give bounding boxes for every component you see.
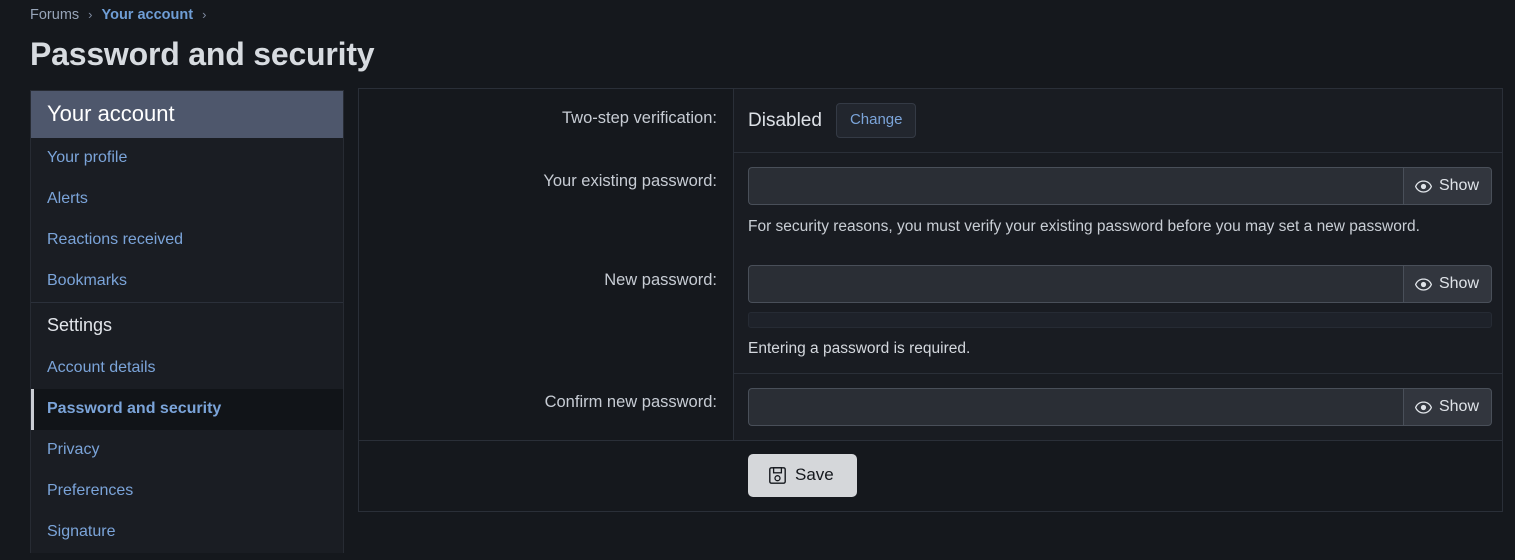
save-button-label: Save [795,465,834,484]
sidebar-item-preferences[interactable]: Preferences [31,471,343,512]
password-security-form: Two-step verification: Disabled Change Y… [358,88,1503,512]
confirm-password-label: Confirm new password: [359,373,734,440]
breadcrumb: Forums › Your account › [30,6,206,24]
page-root: Forums › Your account › Password and sec… [0,0,1515,560]
new-password-label: New password: [359,251,734,373]
breadcrumb-forums[interactable]: Forums [30,6,79,24]
sidebar-item-privacy[interactable]: Privacy [31,430,343,471]
save-floppy-icon [769,466,786,484]
eye-icon [1414,179,1432,193]
sidebar-item-signature[interactable]: Signature [31,512,343,553]
existing-password-hint: For security reasons, you must verify yo… [748,218,1420,235]
sidebar-section-settings: Settings [31,302,343,348]
new-password-input[interactable] [748,265,1403,303]
sidebar-header-your-account: Your account [31,91,343,138]
new-password-input-group: Show [748,265,1492,303]
form-row-existing-password: Your existing password: Show For securit… [359,152,1502,251]
two-step-verification-line: Disabled Change [748,103,1492,138]
show-button-label: Show [1438,275,1479,292]
eye-icon [1414,400,1432,414]
page-title: Password and security [30,36,375,72]
form-footer: Save [359,440,1502,511]
sidebar-item-alerts[interactable]: Alerts [31,179,343,220]
show-button-label: Show [1438,177,1479,194]
sidebar-item-bookmarks[interactable]: Bookmarks [31,261,343,302]
two-step-status-text: Disabled [748,109,822,131]
existing-password-input[interactable] [748,167,1403,205]
form-row-confirm-password: Confirm new password: Show [359,373,1502,440]
eye-icon [1414,277,1432,291]
new-password-error: Entering a password is required. [748,340,971,357]
existing-password-value: Show For security reasons, you must veri… [734,152,1502,251]
confirm-password-input-group: Show [748,388,1492,426]
confirm-password-value: Show [734,373,1502,440]
existing-password-input-group: Show [748,167,1492,205]
change-two-step-button[interactable]: Change [835,103,917,138]
sidebar-item-your-profile[interactable]: Your profile [31,138,343,179]
password-strength-meter [748,312,1492,328]
breadcrumb-chevron-icon: › [88,7,93,22]
sidebar-item-reactions-received[interactable]: Reactions received [31,220,343,261]
save-button[interactable]: Save [748,454,857,497]
form-row-two-step-verification: Two-step verification: Disabled Change [359,89,1502,152]
show-confirm-password-button[interactable]: Show [1402,388,1492,426]
existing-password-label: Your existing password: [359,152,734,251]
show-new-password-button[interactable]: Show [1402,265,1492,303]
sidebar-item-password-and-security[interactable]: Password and security [31,389,343,430]
two-step-verification-value: Disabled Change [734,89,1502,152]
form-row-new-password: New password: Show Entering a password i… [359,251,1502,373]
show-button-label: Show [1438,398,1479,415]
new-password-value: Show Entering a password is required. [734,251,1502,373]
sidebar-item-account-details[interactable]: Account details [31,348,343,389]
sidebar: Your account Your profile Alerts Reactio… [30,90,344,553]
breadcrumb-chevron-icon: › [202,7,207,22]
breadcrumb-your-account[interactable]: Your account [102,6,194,24]
confirm-password-input[interactable] [748,388,1403,426]
show-existing-password-button[interactable]: Show [1402,167,1492,205]
two-step-verification-label: Two-step verification: [359,89,734,152]
